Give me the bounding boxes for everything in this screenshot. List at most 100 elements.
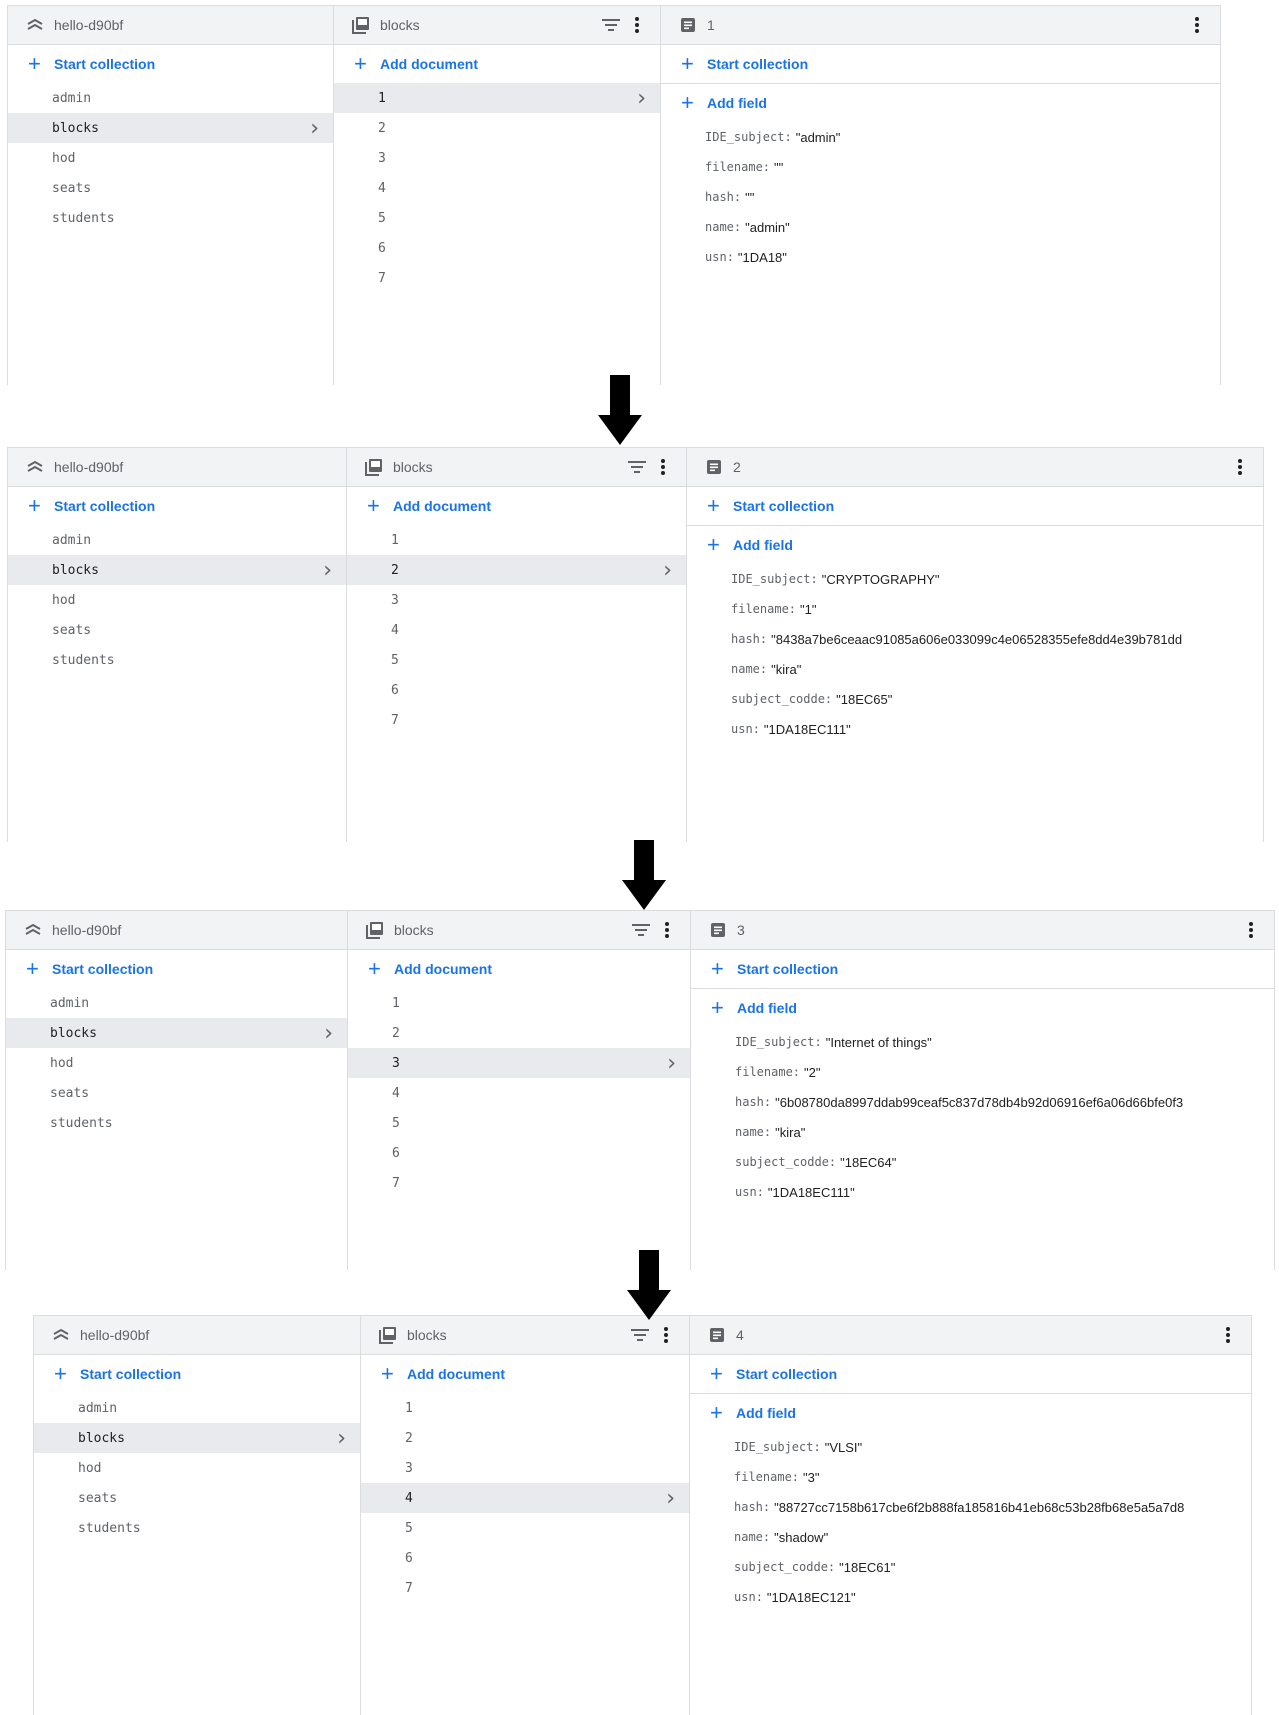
document-item[interactable]: 2 (348, 1018, 690, 1048)
collection-item[interactable]: blocks › (8, 555, 346, 585)
document-item[interactable]: 6 (361, 1543, 689, 1573)
add-field-button[interactable]: + Add field (661, 84, 1220, 122)
add-document-button[interactable]: + Add document (361, 1355, 689, 1393)
document-item[interactable]: 4 (347, 615, 686, 645)
document-item[interactable]: 3 (347, 585, 686, 615)
add-icon: + (28, 493, 41, 518)
start-collection-button[interactable]: + Start collection (690, 1355, 1251, 1394)
add-field-button[interactable]: + Add field (690, 1394, 1251, 1432)
field-row[interactable]: subject_codde "18EC64" (691, 1147, 1274, 1177)
start-collection-button[interactable]: + Start collection (8, 487, 346, 525)
document-item[interactable]: 4 › (361, 1483, 689, 1513)
field-row[interactable]: IDE_subject"admin" (661, 122, 1220, 152)
field-row[interactable]: filename "" (661, 152, 1220, 182)
field-row[interactable]: hash "6b08780da8997ddab99ceaf5c837d78db4b… (691, 1087, 1274, 1117)
document-item[interactable]: 7 (347, 705, 686, 735)
filter-icon[interactable] (602, 16, 620, 34)
start-collection-button[interactable]: + Start collection (691, 950, 1274, 989)
collection-item[interactable]: seats (34, 1483, 360, 1513)
document-item[interactable]: 4 (348, 1078, 690, 1108)
start-collection-button[interactable]: + Start collection (687, 487, 1263, 526)
collection-item[interactable]: admin (34, 1393, 360, 1423)
field-row[interactable]: filename "2" (691, 1057, 1274, 1087)
add-document-button[interactable]: + Add document (348, 950, 690, 988)
collection-item[interactable]: seats (8, 173, 333, 203)
document-item[interactable]: 2 (361, 1423, 689, 1453)
more-vert-icon[interactable] (1219, 1326, 1237, 1344)
add-field-button[interactable]: + Add field (691, 989, 1274, 1027)
field-row[interactable]: subject_codde "18EC65" (687, 684, 1263, 714)
collection-item[interactable]: seats (6, 1078, 347, 1108)
document-item[interactable]: 6 (348, 1138, 690, 1168)
field-row[interactable]: IDE_subject"VLSI" (690, 1432, 1251, 1462)
field-row[interactable]: usn"1DA18EC111" (691, 1177, 1274, 1207)
field-row[interactable]: hash "8438a7be6ceaac91085a606e033099c4e06… (687, 624, 1263, 654)
filter-icon[interactable] (628, 458, 646, 476)
document-item[interactable]: 6 (334, 233, 660, 263)
filter-icon[interactable] (632, 921, 650, 939)
field-row[interactable]: usn"1DA18" (661, 242, 1220, 272)
document-item[interactable]: 7 (348, 1168, 690, 1198)
document-item[interactable]: 2 (334, 113, 660, 143)
document-item[interactable]: 1 (361, 1393, 689, 1423)
more-vert-icon[interactable] (1188, 16, 1206, 34)
collection-item[interactable]: hod (8, 585, 346, 615)
collection-item[interactable]: students (8, 203, 333, 233)
field-row[interactable]: filename "3" (690, 1462, 1251, 1492)
field-row[interactable]: name "kira" (691, 1117, 1274, 1147)
more-vert-icon[interactable] (658, 921, 676, 939)
field-row[interactable]: IDE_subject"Internet of things" (691, 1027, 1274, 1057)
start-collection-button[interactable]: + Start collection (8, 45, 333, 83)
add-field-button[interactable]: + Add field (687, 526, 1263, 564)
start-collection-button[interactable]: + Start collection (6, 950, 347, 988)
start-collection-button[interactable]: + Start collection (34, 1355, 360, 1393)
document-item[interactable]: 5 (347, 645, 686, 675)
field-row[interactable]: name "kira" (687, 654, 1263, 684)
more-vert-icon[interactable] (628, 16, 646, 34)
collection-item[interactable]: students (8, 645, 346, 675)
document-item[interactable]: 5 (348, 1108, 690, 1138)
collection-item[interactable]: blocks › (6, 1018, 347, 1048)
add-document-button[interactable]: + Add document (334, 45, 660, 83)
document-item[interactable]: 3 › (348, 1048, 690, 1078)
more-vert-icon[interactable] (654, 458, 672, 476)
collection-item[interactable]: admin (8, 525, 346, 555)
collection-item[interactable]: blocks › (34, 1423, 360, 1453)
field-row[interactable]: name "shadow" (690, 1522, 1251, 1552)
document-item[interactable]: 1 › (334, 83, 660, 113)
collection-item[interactable]: admin (6, 988, 347, 1018)
more-vert-icon[interactable] (1242, 921, 1260, 939)
collection-item[interactable]: blocks › (8, 113, 333, 143)
document-item[interactable]: 5 (334, 203, 660, 233)
field-row[interactable]: name "admin" (661, 212, 1220, 242)
more-vert-icon[interactable] (657, 1326, 675, 1344)
field-row[interactable]: filename "1" (687, 594, 1263, 624)
filter-icon[interactable] (631, 1326, 649, 1344)
document-item[interactable]: 4 (334, 173, 660, 203)
collection-item[interactable]: admin (8, 83, 333, 113)
field-row[interactable]: usn"1DA18EC111" (687, 714, 1263, 744)
collection-item[interactable]: hod (8, 143, 333, 173)
collection-item[interactable]: seats (8, 615, 346, 645)
more-vert-icon[interactable] (1231, 458, 1249, 476)
document-item[interactable]: 2 › (347, 555, 686, 585)
document-item[interactable]: 3 (334, 143, 660, 173)
document-item[interactable]: 6 (347, 675, 686, 705)
document-item[interactable]: 5 (361, 1513, 689, 1543)
collection-item[interactable]: students (6, 1108, 347, 1138)
collection-item[interactable]: hod (6, 1048, 347, 1078)
add-document-button[interactable]: + Add document (347, 487, 686, 525)
field-row[interactable]: subject_codde "18EC61" (690, 1552, 1251, 1582)
field-row[interactable]: hash "88727cc7158b617cbe6f2b888fa185816b4… (690, 1492, 1251, 1522)
field-row[interactable]: IDE_subject"CRYPTOGRAPHY" (687, 564, 1263, 594)
collection-item[interactable]: students (34, 1513, 360, 1543)
field-row[interactable]: hash "" (661, 182, 1220, 212)
field-row[interactable]: usn"1DA18EC121" (690, 1582, 1251, 1612)
document-item[interactable]: 1 (348, 988, 690, 1018)
collection-item[interactable]: hod (34, 1453, 360, 1483)
document-item[interactable]: 3 (361, 1453, 689, 1483)
document-item[interactable]: 1 (347, 525, 686, 555)
document-item[interactable]: 7 (361, 1573, 689, 1603)
document-item[interactable]: 7 (334, 263, 660, 293)
start-collection-button[interactable]: + Start collection (661, 45, 1220, 84)
